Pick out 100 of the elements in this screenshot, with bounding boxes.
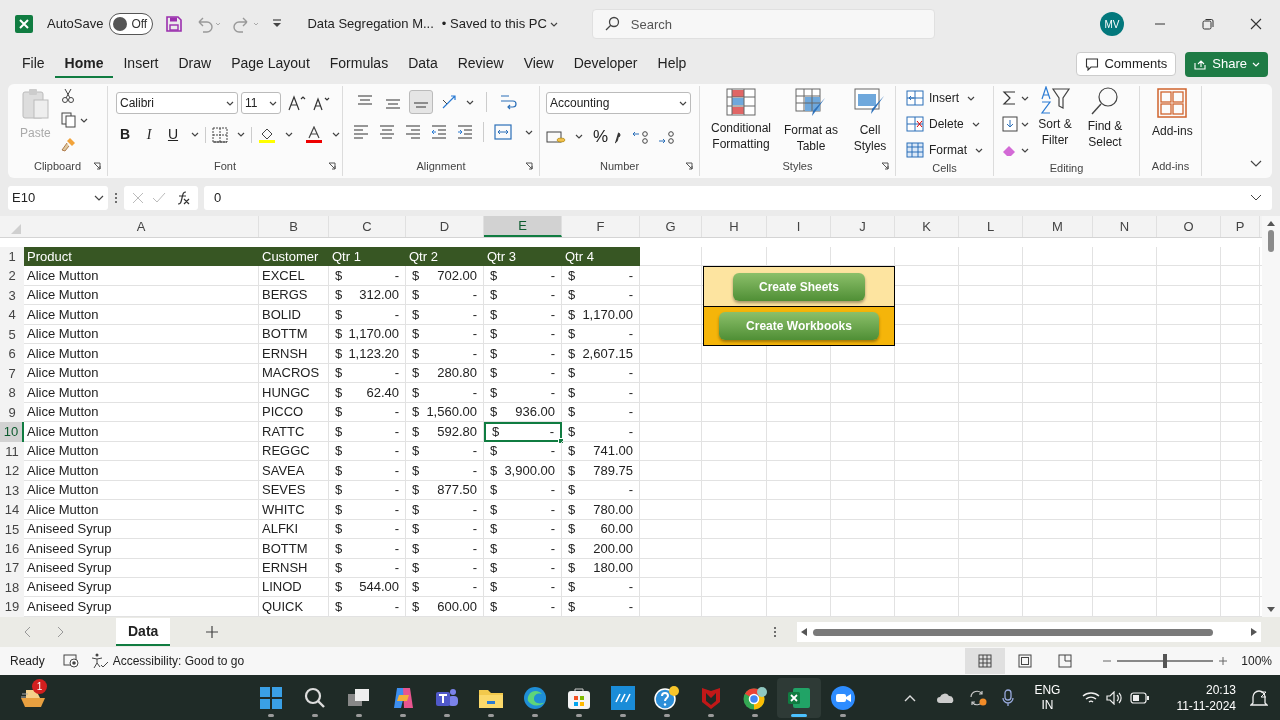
sync-icon[interactable] (968, 688, 989, 707)
ribbon-tab[interactable]: Review (447, 50, 514, 78)
store-icon[interactable] (567, 685, 591, 710)
edge-icon[interactable] (523, 685, 547, 710)
increase-indent-icon[interactable] (457, 125, 473, 139)
row-header[interactable]: 11 (0, 441, 24, 462)
orientation-icon[interactable] (441, 94, 459, 110)
zoom-in-icon[interactable] (1219, 657, 1228, 665)
column-header[interactable]: O (1157, 216, 1221, 237)
row-header[interactable]: 2 (0, 266, 24, 286)
merge-center-icon[interactable] (494, 124, 512, 140)
ribbon-tab[interactable]: Page Layout (221, 50, 320, 78)
row-header[interactable]: 10 (0, 422, 24, 442)
more-options-icon[interactable] (773, 626, 778, 638)
row-header[interactable]: 8 (0, 383, 24, 403)
font-name-dropdown[interactable]: Calibri (116, 92, 238, 114)
macro-recording-icon[interactable] (62, 654, 79, 668)
ribbon-tab[interactable]: Data (398, 50, 448, 78)
dialog-launcher-icon[interactable] (328, 162, 336, 170)
share-button[interactable]: Share (1185, 51, 1268, 77)
add-sheet-icon[interactable] (206, 626, 219, 638)
restore-icon[interactable] (1202, 18, 1214, 30)
close-icon[interactable] (1250, 18, 1262, 30)
align-left-icon[interactable] (353, 125, 369, 139)
clock[interactable]: 20:13 11-11-2024 (1176, 681, 1236, 714)
cells-menu-button[interactable]: Format (906, 140, 983, 160)
column-header[interactable]: A (24, 216, 259, 237)
row-header[interactable]: 4 (0, 305, 24, 325)
ribbon-tab[interactable]: Home (54, 50, 114, 78)
row-header[interactable]: 12 (0, 461, 24, 481)
windows-start-icon[interactable] (260, 686, 282, 709)
column-header[interactable]: E (484, 216, 562, 237)
scroll-down-icon[interactable] (1267, 607, 1275, 613)
ribbon-tab[interactable]: Formulas (319, 50, 399, 78)
styles-button[interactable]: Format as Table (780, 122, 842, 154)
decrease-font-size-icon[interactable] (313, 95, 331, 111)
cells-menu-button[interactable]: Insert (906, 88, 983, 108)
styles-button[interactable]: Cell Styles (844, 122, 896, 154)
account-avatar[interactable]: MV (1100, 12, 1124, 36)
scroll-up-icon[interactable] (1267, 220, 1275, 226)
battery-icon[interactable] (1130, 691, 1151, 704)
ribbon-tab[interactable]: File (12, 50, 55, 78)
row-header[interactable]: 7 (0, 363, 24, 384)
scroll-right-icon[interactable] (1251, 628, 1258, 636)
volume-icon[interactable] (1106, 690, 1125, 705)
ribbon-tab[interactable]: Insert (113, 50, 169, 78)
ribbon-tab[interactable]: View (513, 50, 564, 78)
zoom-slider-thumb[interactable] (1163, 654, 1168, 668)
align-center-icon[interactable] (379, 125, 395, 139)
row-header[interactable]: 3 (0, 285, 24, 306)
column-header[interactable]: H (702, 216, 767, 237)
accessibility-status[interactable]: Accessibility: Good to go (112, 652, 245, 670)
bold-button[interactable]: B (116, 124, 134, 145)
styles-button[interactable]: Conditional Formatting (704, 120, 778, 152)
row-header[interactable]: 18 (0, 577, 24, 598)
column-header[interactable]: N (1093, 216, 1157, 237)
autosave-toggle[interactable]: Off (109, 13, 154, 35)
font-color-icon[interactable] (305, 125, 323, 144)
decrease-indent-icon[interactable] (431, 125, 447, 139)
search-field[interactable]: Search (591, 9, 935, 39)
comments-button[interactable]: Comments (1076, 52, 1177, 76)
row-header[interactable]: 16 (0, 539, 24, 559)
horizontal-scrollbar-thumb[interactable] (813, 628, 1214, 636)
column-header[interactable]: L (959, 216, 1023, 237)
underline-button[interactable]: U (164, 124, 182, 145)
format-painter-icon[interactable] (60, 136, 77, 152)
formula-input[interactable]: 0 (204, 186, 1272, 210)
wrap-text-icon[interactable] (499, 93, 517, 111)
spreadsheet-app-icon[interactable] (787, 686, 811, 709)
dialog-launcher-icon[interactable] (881, 162, 889, 170)
save-icon[interactable] (165, 15, 184, 33)
column-header[interactable]: P (1221, 216, 1260, 237)
editing-button[interactable]: Find & Select (1081, 118, 1129, 150)
ribbon-tab[interactable]: Developer (563, 50, 648, 78)
increase-font-size-icon[interactable] (288, 95, 306, 111)
name-box[interactable]: E10 (8, 186, 108, 210)
column-header[interactable]: J (831, 216, 895, 237)
row-header[interactable]: 1 (0, 247, 24, 267)
column-header[interactable]: C (329, 216, 406, 237)
column-header[interactable]: G (640, 216, 702, 237)
copilot-icon[interactable] (391, 685, 415, 710)
row-header[interactable]: 13 (0, 480, 24, 501)
chrome-icon[interactable] (742, 685, 768, 710)
ribbon-tab[interactable]: Draw (168, 50, 222, 78)
row-header[interactable]: 6 (0, 344, 24, 364)
borders-icon[interactable] (212, 126, 228, 143)
app-tile-icon[interactable] (611, 685, 635, 710)
help-icon[interactable] (654, 685, 680, 710)
column-header[interactable]: B (259, 216, 329, 237)
cells-menu-button[interactable]: Delete (906, 114, 983, 134)
normal-view-icon[interactable] (965, 648, 1006, 674)
video-call-icon[interactable] (830, 684, 856, 711)
search-icon[interactable] (304, 686, 326, 709)
column-header[interactable]: F (562, 216, 640, 237)
vertical-scrollbar-thumb[interactable] (1268, 230, 1274, 252)
sheet-tab[interactable]: Data (116, 618, 171, 646)
row-header[interactable]: 9 (0, 402, 24, 423)
column-header[interactable]: I (767, 216, 831, 237)
customize-toolbar-icon[interactable] (271, 18, 284, 30)
zoom-level[interactable]: 100% (1241, 652, 1272, 670)
